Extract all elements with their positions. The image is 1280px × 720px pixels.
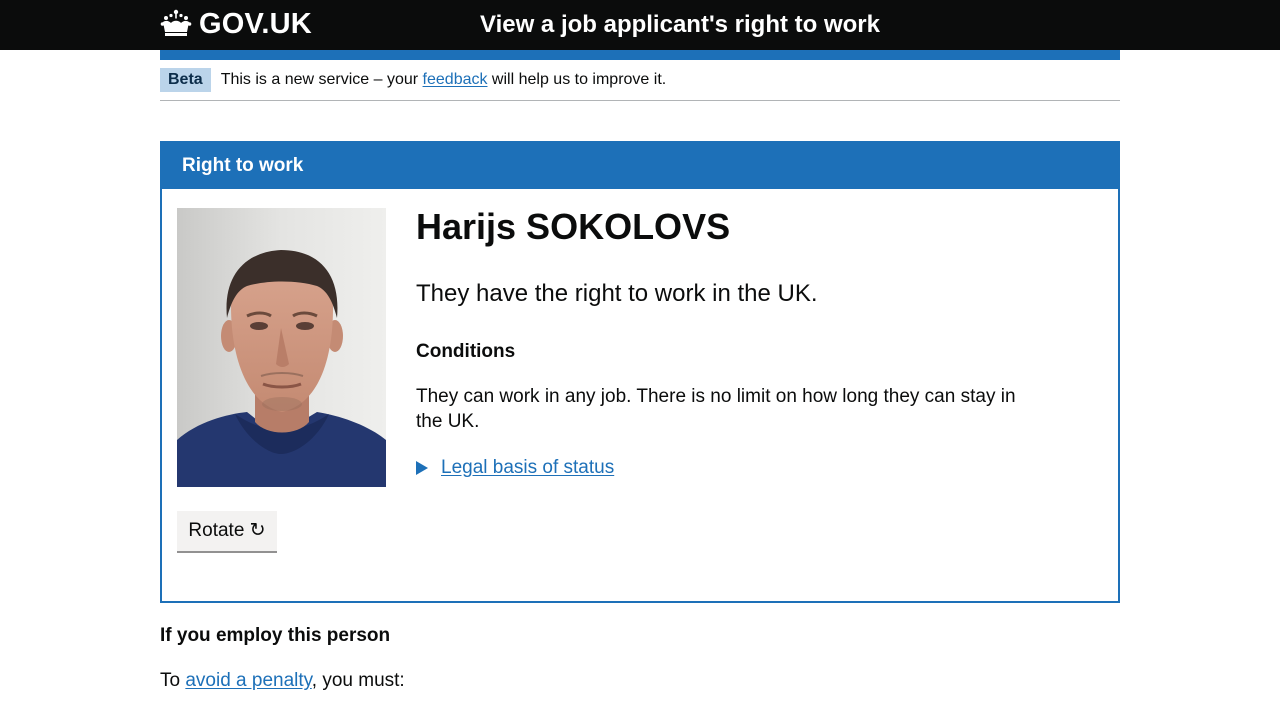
govuk-logo-text: GOV.UK xyxy=(199,7,312,40)
legal-basis-details-toggle[interactable]: Legal basis of status xyxy=(416,455,614,480)
penalty-text-after: , you must: xyxy=(311,670,405,691)
feedback-link[interactable]: feedback xyxy=(423,71,488,88)
triangle-right-icon xyxy=(416,460,428,475)
beta-tag: Beta xyxy=(160,68,211,92)
phase-banner-text-before: This is a new service – your xyxy=(220,71,423,88)
legal-basis-link[interactable]: Legal basis of status xyxy=(441,455,614,480)
service-name-link[interactable]: View a job applicant's right to work xyxy=(400,0,960,50)
employ-heading: If you employ this person xyxy=(160,625,391,646)
phase-banner-text: This is a new service – your feedback wi… xyxy=(221,70,667,90)
avoid-penalty-link[interactable]: avoid a penalty xyxy=(185,670,311,691)
crown-icon xyxy=(160,9,192,39)
right-to-work-status: They have the right to work in the UK. xyxy=(416,280,818,307)
conditions-heading: Conditions xyxy=(416,341,516,362)
right-to-work-card: Right to work Rotate ↻ Harijs SOKOLOVS T… xyxy=(160,141,1120,603)
phase-banner: Beta This is a new service – your feedba… xyxy=(160,60,1120,101)
penalty-paragraph: To avoid a penalty, you must: xyxy=(160,668,405,693)
rotate-button[interactable]: Rotate ↻ xyxy=(177,511,277,551)
header-blue-stripe xyxy=(160,50,1120,60)
phase-banner-text-after: will help us to improve it. xyxy=(487,71,667,88)
card-title: Right to work xyxy=(162,143,1118,189)
penalty-text-before: To xyxy=(160,670,186,691)
conditions-text: They can work in any job. There is no li… xyxy=(416,386,1016,432)
applicant-name: Harijs SOKOLOVS xyxy=(416,206,731,247)
site-header: GOV.UK View a job applicant's right to w… xyxy=(0,0,1280,50)
govuk-logo-link[interactable]: GOV.UK xyxy=(160,6,312,42)
applicant-photo xyxy=(177,208,386,487)
